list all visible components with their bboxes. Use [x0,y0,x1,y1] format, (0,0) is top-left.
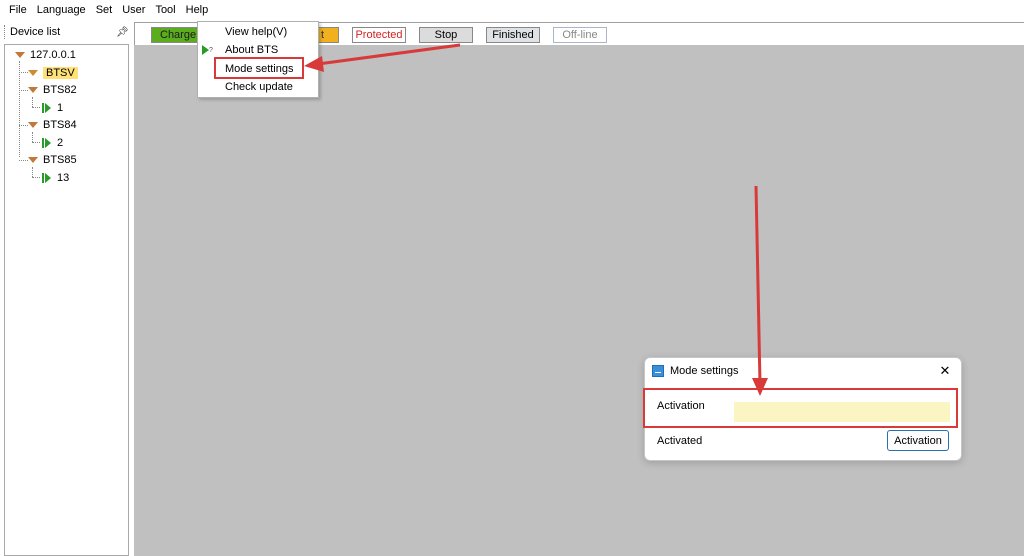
activated-label: Activated [657,435,703,447]
tree-node-bts84[interactable]: BTS84 [28,117,77,133]
channel-play-icon [42,103,51,113]
menu-item-view-help[interactable]: View help(V) [198,23,318,41]
status-offline: Off-line [553,27,607,43]
tree-node-bts85[interactable]: BTS85 [28,152,77,168]
svg-text:?: ? [209,47,213,54]
tree-line [32,167,33,177]
expand-icon [28,122,38,128]
tree-line [19,125,28,126]
menu-language[interactable]: Language [32,0,91,21]
dialog-title-bar: Mode settings ✕ [645,358,961,384]
menu-set[interactable]: Set [91,0,118,21]
expand-icon [15,52,25,58]
device-list-panel: Device list 📌︎ 127.0.0.1 BTSV BTS82 1 BT… [0,21,132,556]
menu-bar: File Language Set User Tool Help [0,0,1024,21]
bts-icon: ? [202,45,213,55]
tree-node-label: BTS82 [43,84,77,96]
grip-handle[interactable] [4,25,7,39]
tree-line [32,177,40,178]
dialog-title: Mode settings [670,365,739,377]
tree-node-channel[interactable]: 2 [42,135,63,151]
tree-line [32,97,33,107]
device-tree: 127.0.0.1 BTSV BTS82 1 BTS84 2 BTS85 13 [4,44,129,556]
menu-item-check-update[interactable]: Check update [198,78,318,96]
tree-line [19,90,28,91]
tree-node-label: BTSV [43,67,78,79]
tree-node-label: 13 [57,172,70,184]
channel-play-icon [42,138,51,148]
tree-line [32,142,40,143]
annotation-highlight-box [643,388,958,428]
expand-icon [28,70,38,76]
tree-node-btsv[interactable]: BTSV [28,65,78,81]
tree-line [19,160,28,161]
annotation-highlight-box [214,57,304,79]
status-protected: Protected [352,27,406,43]
menu-item-label: About BTS [225,44,279,56]
pin-icon[interactable]: 📌︎ [116,27,129,38]
menu-tool[interactable]: Tool [150,0,180,21]
app-icon [652,365,664,377]
expand-icon [28,157,38,163]
expand-icon [28,87,38,93]
tree-node-label: 2 [57,137,64,149]
tree-node-bts82[interactable]: BTS82 [28,82,77,98]
status-finished: Finished [486,27,540,43]
device-list-title: Device list [10,26,61,38]
tree-node-label: BTS85 [43,154,77,166]
tree-line [32,107,40,108]
menu-file[interactable]: File [4,0,32,21]
device-list-header: Device list 📌︎ [0,21,132,43]
tree-line [19,72,28,73]
tree-node-channel[interactable]: 13 [42,170,69,186]
menu-user[interactable]: User [117,0,150,21]
tree-node-label: 1 [57,102,64,114]
tree-node-label: 127.0.0.1 [30,49,76,61]
status-stop: Stop [419,27,473,43]
close-icon[interactable]: ✕ [935,363,955,379]
tree-line [19,61,20,157]
channel-play-icon [42,173,51,183]
tree-node-label: BTS84 [43,119,77,131]
tree-line [32,132,33,142]
tree-node-channel[interactable]: 1 [42,100,63,116]
main-workspace [134,45,1024,556]
menu-help[interactable]: Help [181,0,214,21]
tree-node-root[interactable]: 127.0.0.1 [15,47,76,63]
activation-button[interactable]: Activation [887,430,949,451]
